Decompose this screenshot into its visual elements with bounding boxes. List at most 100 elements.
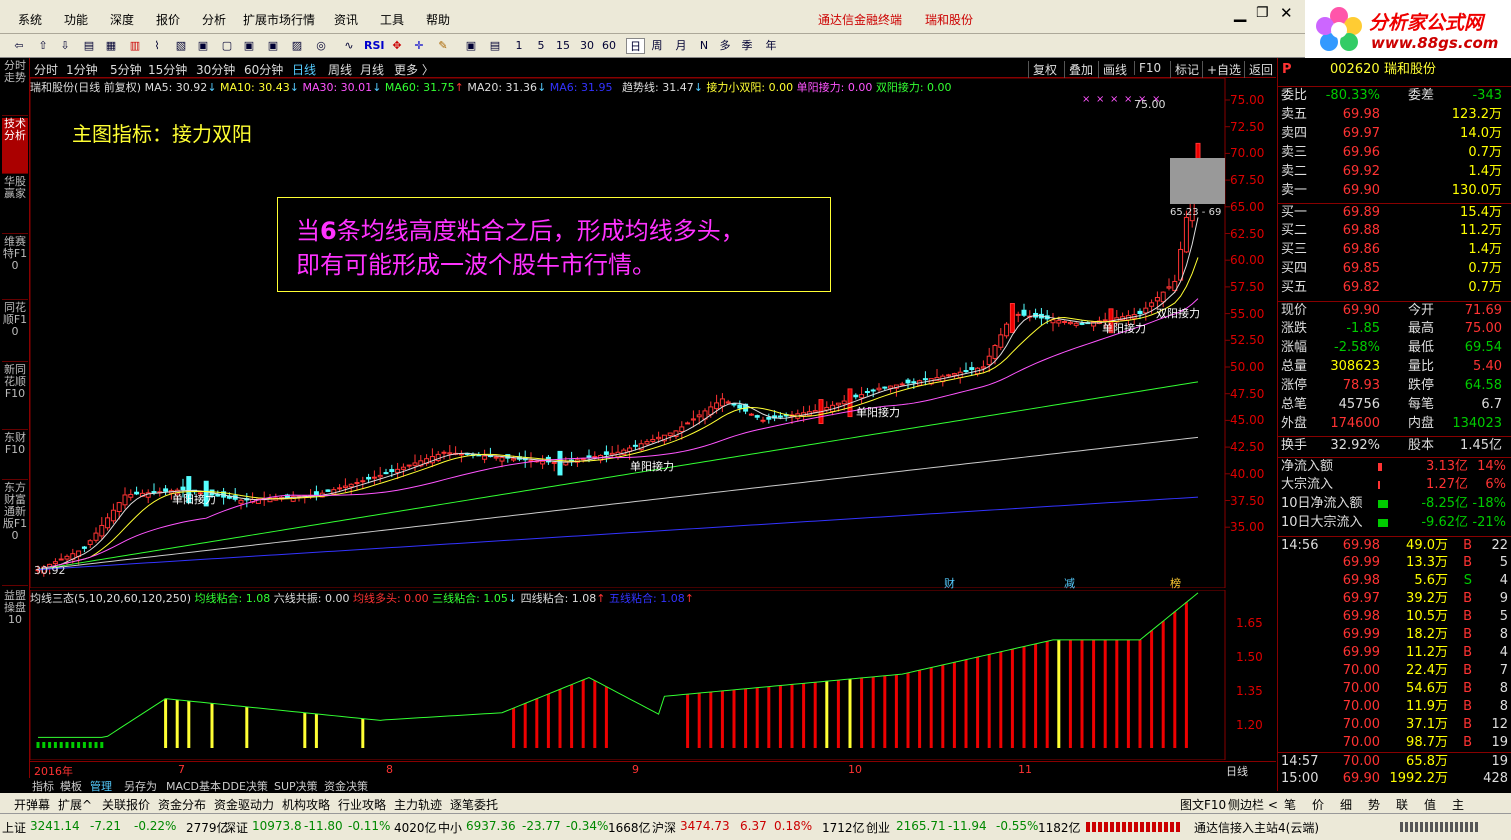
tick-row[interactable]: 15:00 69.90 1992.2万 428 <box>1278 770 1511 788</box>
tab-tick[interactable]: 笔 <box>1284 796 1296 813</box>
kline-icon[interactable]: ▥ <box>128 38 142 54</box>
period-30min[interactable]: 30分钟 <box>196 61 235 78</box>
bid-row[interactable]: 买四 69.85 0.7万 <box>1278 260 1511 278</box>
institution-button[interactable]: 机构攻略 <box>282 796 330 813</box>
period-15min[interactable]: 15分钟 <box>148 61 187 78</box>
menu-depth[interactable]: 深度 <box>110 11 134 28</box>
tick-row[interactable]: 70.00 22.4万 B 7 <box>1278 662 1511 680</box>
tab-fund[interactable]: 资金决策 <box>324 778 368 794</box>
tab-huagu[interactable]: 华股赢家 <box>2 176 28 234</box>
tab-dde[interactable]: DDE决策 <box>222 778 268 794</box>
period-60-button[interactable]: 60 <box>602 38 616 54</box>
list-marker[interactable]: 榜 <box>1170 575 1181 591</box>
period-more[interactable]: 更多 〉 <box>394 61 434 78</box>
menu-quote[interactable]: 报价 <box>156 11 180 28</box>
tab-yimeng[interactable]: 益盟操盘10 <box>2 590 28 630</box>
ask-row[interactable]: 卖三 69.96 0.7万 <box>1278 144 1511 162</box>
period-season-button[interactable]: 季 <box>740 38 754 54</box>
main-kline-chart[interactable]: × × × × × × 瑞和股份(日线 前复权) MA5: 30.92↓ MA10: 30… <box>30 78 1276 591</box>
tick-row[interactable]: 69.99 13.3万 B 5 <box>1278 554 1511 572</box>
fund-driver-button[interactable]: 资金驱动力 <box>214 796 274 813</box>
tick-row[interactable]: 70.00 54.6万 B 8 <box>1278 680 1511 698</box>
zoom-icon[interactable]: ▨ <box>290 38 304 54</box>
sidebar-toggle[interactable]: 侧边栏 < <box>1228 796 1278 813</box>
pencil-icon[interactable]: ✎ <box>436 38 450 54</box>
trend-icon[interactable]: ⌇ <box>150 38 164 54</box>
chart-icon[interactable]: ▧ <box>174 38 188 54</box>
main-track-button[interactable]: 主力轨迹 <box>394 796 442 813</box>
tab-template[interactable]: 模板 <box>60 778 82 794</box>
close-icon[interactable]: ✕ <box>1280 4 1293 22</box>
add-favorite-button[interactable]: +自选 <box>1202 61 1241 78</box>
minimize-icon[interactable]: ▁ <box>1234 3 1246 22</box>
period-60min[interactable]: 60分钟 <box>244 61 283 78</box>
wave-icon[interactable]: ∿ <box>342 38 356 54</box>
tools-icon[interactable]: ✥ <box>390 38 404 54</box>
industry-button[interactable]: 行业攻略 <box>338 796 386 813</box>
fuquan-button[interactable]: 复权 <box>1028 61 1057 78</box>
tick-row[interactable]: 69.98 10.5万 B 5 <box>1278 608 1511 626</box>
period-year-button[interactable]: 年 <box>764 38 778 54</box>
ask-row[interactable]: 卖一 69.90 130.0万 <box>1278 182 1511 200</box>
move-icon[interactable]: ✛ <box>412 38 426 54</box>
rsi-button[interactable]: RSI <box>364 38 385 54</box>
f10-text-button[interactable]: 图文F10 <box>1180 796 1226 813</box>
f12-icon[interactable]: ▣ <box>266 38 280 54</box>
menu-tools[interactable]: 工具 <box>380 11 404 28</box>
maximize-icon[interactable]: ❐ <box>1256 5 1269 21</box>
tick-row[interactable]: 70.00 11.9万 B 8 <box>1278 698 1511 716</box>
tab-dongcai-f10[interactable]: 东财F10 <box>2 432 28 480</box>
ask-row[interactable]: 卖二 69.92 1.4万 <box>1278 163 1511 181</box>
fund-distribution-button[interactable]: 资金分布 <box>158 796 206 813</box>
tab-weisaite[interactable]: 维赛特F10 <box>2 236 28 300</box>
tab-dfcf-f10[interactable]: 东方财富通新版F10 <box>2 482 28 586</box>
tab-technical-analysis[interactable]: 技术分析 <box>2 118 28 174</box>
down-icon[interactable]: ⇩ <box>58 38 72 54</box>
period-15-button[interactable]: 15 <box>556 38 570 54</box>
doc-icon[interactable]: ▢ <box>220 38 234 54</box>
list-icon[interactable]: ▤ <box>82 38 96 54</box>
menu-help[interactable]: 帮助 <box>426 11 450 28</box>
reduce-marker[interactable]: 减 <box>1064 575 1075 591</box>
period-minute[interactable]: 分时 <box>34 61 58 78</box>
ask-row[interactable]: 卖五 69.98 123.2万 <box>1278 106 1511 124</box>
tick-row[interactable]: 14:56 69.98 49.0万 B 22 <box>1278 536 1511 554</box>
tick-row[interactable]: 69.97 39.2万 B 9 <box>1278 590 1511 608</box>
tab-main[interactable]: 主 <box>1452 796 1464 813</box>
related-quote-button[interactable]: 关联报价 <box>102 796 150 813</box>
tab-sup[interactable]: SUP决策 <box>274 778 318 794</box>
tab-detail[interactable]: 细 <box>1340 796 1352 813</box>
tab-macd[interactable]: MACD基本 <box>166 778 221 794</box>
up-icon[interactable]: ⇧ <box>36 38 50 54</box>
menu-system[interactable]: 系统 <box>18 11 42 28</box>
expand-button[interactable]: 扩展^ <box>58 796 92 813</box>
menu-info[interactable]: 资讯 <box>334 11 358 28</box>
bid-row[interactable]: 买三 69.86 1.4万 <box>1278 241 1511 259</box>
tick-order-button[interactable]: 逐笔委托 <box>450 796 498 813</box>
menu-function[interactable]: 功能 <box>64 11 88 28</box>
menu-extended-market[interactable]: 扩展市场行情 <box>243 11 315 28</box>
sub-indicator-chart[interactable]: 均线三态(5,10,20,60,120,250) 均线粘合: 1.08 六线共振… <box>30 590 1276 760</box>
bid-row[interactable]: 买一 69.89 15.4万 <box>1278 203 1511 221</box>
period-5-button[interactable]: 5 <box>534 38 548 54</box>
draw-button[interactable]: 画线 <box>1098 61 1127 78</box>
period-monthly[interactable]: 月线 <box>360 61 384 78</box>
f10b-icon[interactable]: ▣ <box>242 38 256 54</box>
period-week-button[interactable]: 周 <box>650 38 664 54</box>
period-1-button[interactable]: 1 <box>512 38 526 54</box>
period-5min[interactable]: 5分钟 <box>110 61 142 78</box>
circle-icon[interactable]: ◎ <box>314 38 328 54</box>
period-multi-button[interactable]: 多 <box>718 38 732 54</box>
tab-price[interactable]: 价 <box>1312 796 1324 813</box>
tick-row[interactable]: 70.00 37.1万 B 12 <box>1278 716 1511 734</box>
grid-icon[interactable]: ▦ <box>104 38 118 54</box>
ask-row[interactable]: 卖四 69.97 14.0万 <box>1278 125 1511 143</box>
period-month-button[interactable]: 月 <box>674 38 688 54</box>
back-icon[interactable]: ⇦ <box>12 38 26 54</box>
f5-icon[interactable]: ▣ <box>464 38 478 54</box>
tab-trend[interactable]: 势 <box>1368 796 1380 813</box>
multi-icon[interactable]: ▤ <box>488 38 502 54</box>
f10-button[interactable]: F10 <box>1134 61 1161 75</box>
tick-row[interactable]: 14:57 70.00 65.8万 19 <box>1278 752 1511 770</box>
tab-ths-f10[interactable]: 同花顺F10 <box>2 302 28 362</box>
